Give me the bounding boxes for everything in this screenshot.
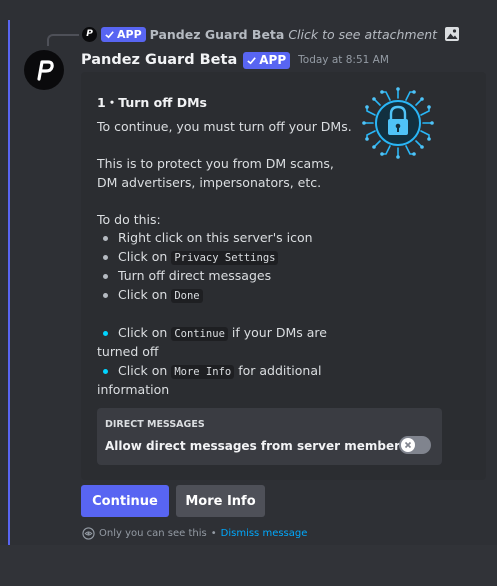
more-info-button[interactable]: More Info (176, 485, 265, 517)
list-item: Right click on this server's icon (97, 229, 352, 248)
dm-toggle-card: DIRECT MESSAGES Allow direct messages fr… (97, 408, 442, 465)
todo-heading: To do this: (97, 211, 161, 227)
timestamp[interactable]: Today at 8:51 AM (298, 54, 389, 66)
bullet-dot (103, 368, 108, 374)
reply-badge-label: APP (117, 27, 142, 41)
inline-code: More Info (171, 364, 235, 379)
toggle-card-header: DIRECT MESSAGES (105, 419, 205, 430)
step-text: Click on (118, 324, 168, 340)
list-item: Click on Continue if your DMs are turned… (97, 324, 352, 362)
step-text: Click on (118, 286, 168, 302)
message-header: Pandez Guard Beta APP Today at 8:51 AM (81, 49, 389, 71)
embed-title: 1・Turn off DMs (97, 95, 207, 110)
reply-spine (47, 34, 79, 46)
list-item: Turn off direct messages (97, 267, 352, 286)
bullet-dot (103, 235, 108, 241)
continue-button[interactable]: Continue (81, 485, 169, 517)
intro-text: To continue, you must turn off your DMs. (97, 119, 352, 134)
reply-author[interactable]: Pandez Guard Beta (150, 27, 285, 42)
pandez-logo-icon (37, 60, 54, 81)
bullet-dot (103, 273, 108, 279)
reply-preview[interactable]: P APP Pandez Guard Beta Click to see att… (82, 25, 460, 43)
bullet-dot (103, 330, 108, 336)
inline-code: Continue (171, 326, 228, 341)
author-avatar[interactable] (24, 50, 64, 90)
bullet-dot (103, 254, 108, 260)
check-icon (105, 30, 114, 38)
dm-toggle-switch[interactable] (399, 436, 431, 454)
image-icon (445, 27, 460, 41)
bullet-dot (103, 292, 108, 298)
highlight-bar (8, 20, 10, 545)
separator: • (210, 527, 217, 539)
dismiss-message-link[interactable]: Dismiss message (221, 528, 308, 539)
step-text: Click on (118, 362, 168, 378)
list-item: Click on Privacy Settings (97, 248, 352, 268)
toggle-card-description: Allow direct messages from server member… (105, 439, 412, 453)
app-badge: APP (243, 51, 291, 69)
close-icon (404, 441, 412, 449)
list-item: Click on Done (97, 286, 352, 306)
check-icon (247, 56, 257, 64)
reply-app-badge: APP (101, 26, 146, 42)
step-text: Click on (118, 248, 168, 264)
ephemeral-notice: Only you can see this • Dismiss message (82, 526, 307, 540)
embed-card: 1・Turn off DMs To continue, you must tur… (81, 72, 486, 480)
embed-description: To continue, you must turn off your DMs.… (97, 118, 352, 400)
circuit-lock-icon (362, 87, 434, 159)
eye-icon (82, 526, 95, 540)
author-name[interactable]: Pandez Guard Beta (81, 52, 237, 68)
reply-avatar: P (82, 26, 97, 42)
step-text: Turn off direct messages (118, 268, 272, 283)
step-text: Right click on this server's icon (118, 230, 313, 245)
inline-code: Privacy Settings (171, 250, 279, 265)
app-badge-label: APP (259, 53, 287, 67)
protect-text: This is to protect you from DM scams, DM… (97, 156, 334, 190)
toggle-knob (401, 438, 415, 452)
only-you-text: Only you can see this (99, 527, 207, 539)
list-item: Click on More Info for additional inform… (97, 362, 352, 400)
inline-code: Done (171, 288, 203, 303)
reply-text[interactable]: Click to see attachment (288, 27, 437, 42)
message-container: P APP Pandez Guard Beta Click to see att… (0, 0, 497, 545)
